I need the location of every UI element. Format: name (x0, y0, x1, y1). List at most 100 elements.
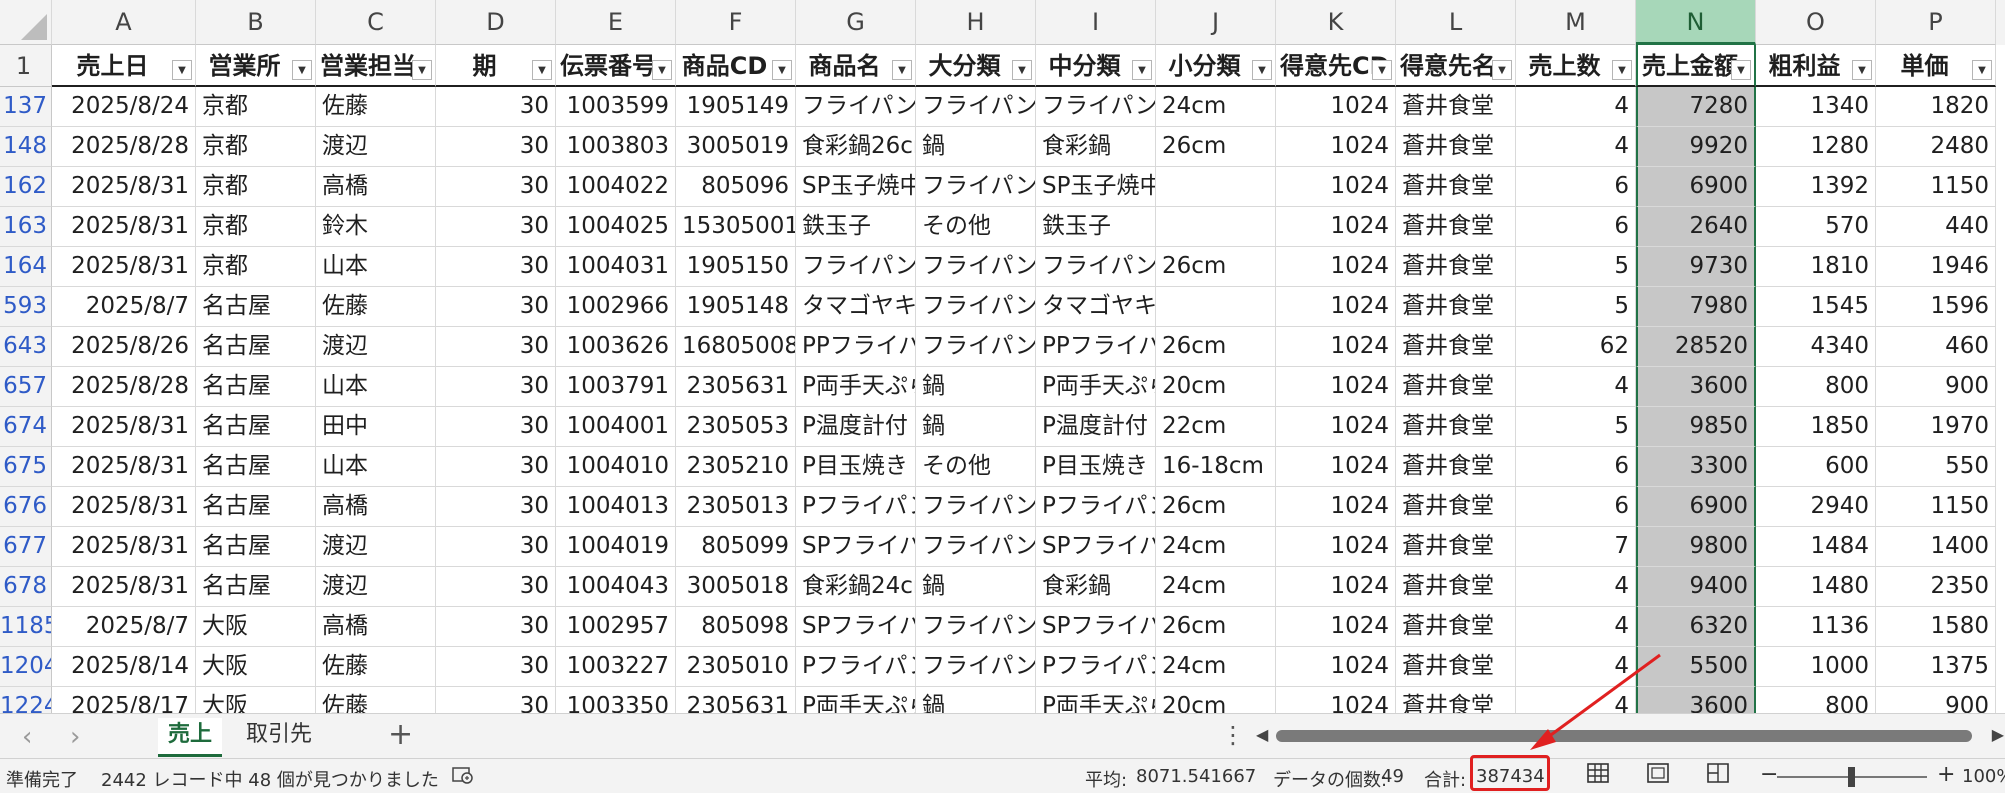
cell-d[interactable]: 30 (436, 207, 556, 247)
dropdown-arrow-icon[interactable]: ▼ (292, 60, 312, 80)
cell-o[interactable]: 1850 (1756, 407, 1876, 447)
cell-n[interactable]: 9850 (1636, 407, 1756, 447)
cell-a[interactable]: 2025/8/26 (52, 327, 196, 367)
dropdown-arrow-icon[interactable]: ▼ (1372, 60, 1392, 80)
cell-l[interactable]: 蒼井食堂 (1396, 527, 1516, 567)
cell-e[interactable]: 1004043 (556, 567, 676, 607)
cell-b[interactable]: 大阪 (196, 647, 316, 687)
row-header[interactable]: 643 (0, 327, 52, 367)
cell-c[interactable]: 山本 (316, 447, 436, 487)
header-cell[interactable]: 中分類 ▼ (1036, 45, 1156, 87)
plus-icon[interactable]: + (388, 717, 413, 752)
cell-j[interactable]: 26cm (1156, 327, 1276, 367)
cell-o[interactable]: 1810 (1756, 247, 1876, 287)
cell-k[interactable]: 1024 (1276, 367, 1396, 407)
cell-i[interactable]: P温度計付 (1036, 407, 1156, 447)
column-header-e[interactable]: E (556, 0, 676, 45)
cell-a[interactable]: 2025/8/31 (52, 447, 196, 487)
cell-n[interactable]: 3300 (1636, 447, 1756, 487)
cell-n[interactable]: 3600 (1636, 687, 1756, 713)
header-cell[interactable]: 売上数 ▼ (1516, 45, 1636, 87)
column-header-g[interactable]: G (796, 0, 916, 45)
dropdown-arrow-icon[interactable]: ▼ (1731, 60, 1751, 80)
cell-n[interactable]: 7280 (1636, 87, 1756, 127)
row-header[interactable]: 677 (0, 527, 52, 567)
cell-e[interactable]: 1004022 (556, 167, 676, 207)
cell-j[interactable] (1156, 167, 1276, 207)
cell-m[interactable]: 6 (1516, 447, 1636, 487)
tab-customers[interactable]: 取引先 (236, 718, 322, 754)
cell-k[interactable]: 1024 (1276, 647, 1396, 687)
cell-m[interactable]: 4 (1516, 607, 1636, 647)
cell-b[interactable]: 名古屋 (196, 287, 316, 327)
cell-m[interactable]: 4 (1516, 127, 1636, 167)
column-header-l[interactable]: L (1396, 0, 1516, 45)
cell-b[interactable]: 京都 (196, 87, 316, 127)
header-cell[interactable]: 売上日 ▼ (52, 45, 196, 87)
cell-k[interactable]: 1024 (1276, 287, 1396, 327)
cell-m[interactable]: 5 (1516, 287, 1636, 327)
cell-f[interactable]: 805098 (676, 607, 796, 647)
cell-k[interactable]: 1024 (1276, 567, 1396, 607)
cell-b[interactable]: 京都 (196, 247, 316, 287)
cell-h[interactable]: フライパン (916, 487, 1036, 527)
cell-c[interactable]: 渡辺 (316, 567, 436, 607)
cell-i[interactable]: フライパン (1036, 247, 1156, 287)
row-header[interactable]: 1 (0, 45, 52, 87)
cell-e[interactable]: 1004001 (556, 407, 676, 447)
cell-d[interactable]: 30 (436, 487, 556, 527)
cell-p[interactable]: 900 (1876, 367, 1996, 407)
dropdown-arrow-icon[interactable]: ▼ (1612, 60, 1632, 80)
dropdown-arrow-icon[interactable]: ▼ (1252, 60, 1272, 80)
cell-o[interactable]: 1136 (1756, 607, 1876, 647)
cell-a[interactable]: 2025/8/7 (52, 287, 196, 327)
cell-n[interactable]: 7980 (1636, 287, 1756, 327)
cell-a[interactable]: 2025/8/31 (52, 527, 196, 567)
cell-m[interactable]: 5 (1516, 247, 1636, 287)
scroll-right-icon[interactable]: ▶ (1992, 725, 2004, 744)
header-cell[interactable]: 商品CD ▼ (676, 45, 796, 87)
column-header-n[interactable]: N (1636, 0, 1756, 45)
cell-p[interactable]: 1375 (1876, 647, 1996, 687)
dropdown-arrow-icon[interactable]: ▼ (1492, 60, 1512, 80)
scroll-left-icon[interactable]: ◀ (1256, 725, 1268, 744)
cell-d[interactable]: 30 (436, 687, 556, 713)
row-header[interactable]: 1185 (0, 607, 52, 647)
cell-n[interactable]: 6320 (1636, 607, 1756, 647)
column-header-i[interactable]: I (1036, 0, 1156, 45)
cell-i[interactable]: SPフライパン (1036, 607, 1156, 647)
cell-c[interactable]: 佐藤 (316, 87, 436, 127)
column-header-p[interactable]: P (1876, 0, 1996, 45)
dropdown-arrow-icon[interactable]: ▼ (1012, 60, 1032, 80)
cell-p[interactable]: 1820 (1876, 87, 1996, 127)
cell-l[interactable]: 蒼井食堂 (1396, 287, 1516, 327)
row-header[interactable]: 678 (0, 567, 52, 607)
cell-o[interactable]: 1000 (1756, 647, 1876, 687)
zoom-slider-thumb[interactable] (1848, 767, 1855, 787)
cell-m[interactable]: 4 (1516, 687, 1636, 713)
cell-o[interactable]: 1480 (1756, 567, 1876, 607)
cell-b[interactable]: 京都 (196, 167, 316, 207)
cell-c[interactable]: 渡辺 (316, 527, 436, 567)
cell-n[interactable]: 5500 (1636, 647, 1756, 687)
row-header[interactable]: 164 (0, 247, 52, 287)
cell-a[interactable]: 2025/8/28 (52, 127, 196, 167)
cell-h[interactable]: フライパン (916, 607, 1036, 647)
cell-b[interactable]: 名古屋 (196, 367, 316, 407)
cell-i[interactable]: 鉄玉子 (1036, 207, 1156, 247)
cell-f[interactable]: 15305001 (676, 207, 796, 247)
cell-j[interactable] (1156, 287, 1276, 327)
cell-l[interactable]: 蒼井食堂 (1396, 567, 1516, 607)
cell-b[interactable]: 大阪 (196, 687, 316, 713)
cell-h[interactable]: 鍋 (916, 407, 1036, 447)
cell-b[interactable]: 大阪 (196, 607, 316, 647)
cell-j[interactable]: 20cm (1156, 367, 1276, 407)
cell-c[interactable]: 佐藤 (316, 647, 436, 687)
cell-i[interactable]: P両手天ぷら (1036, 367, 1156, 407)
cell-i[interactable]: P両手天ぷら (1036, 687, 1156, 713)
cell-j[interactable]: 22cm (1156, 407, 1276, 447)
row-header[interactable]: 1204 (0, 647, 52, 687)
cell-n[interactable]: 9800 (1636, 527, 1756, 567)
cell-o[interactable]: 800 (1756, 367, 1876, 407)
accessibility-icon[interactable] (452, 765, 474, 790)
